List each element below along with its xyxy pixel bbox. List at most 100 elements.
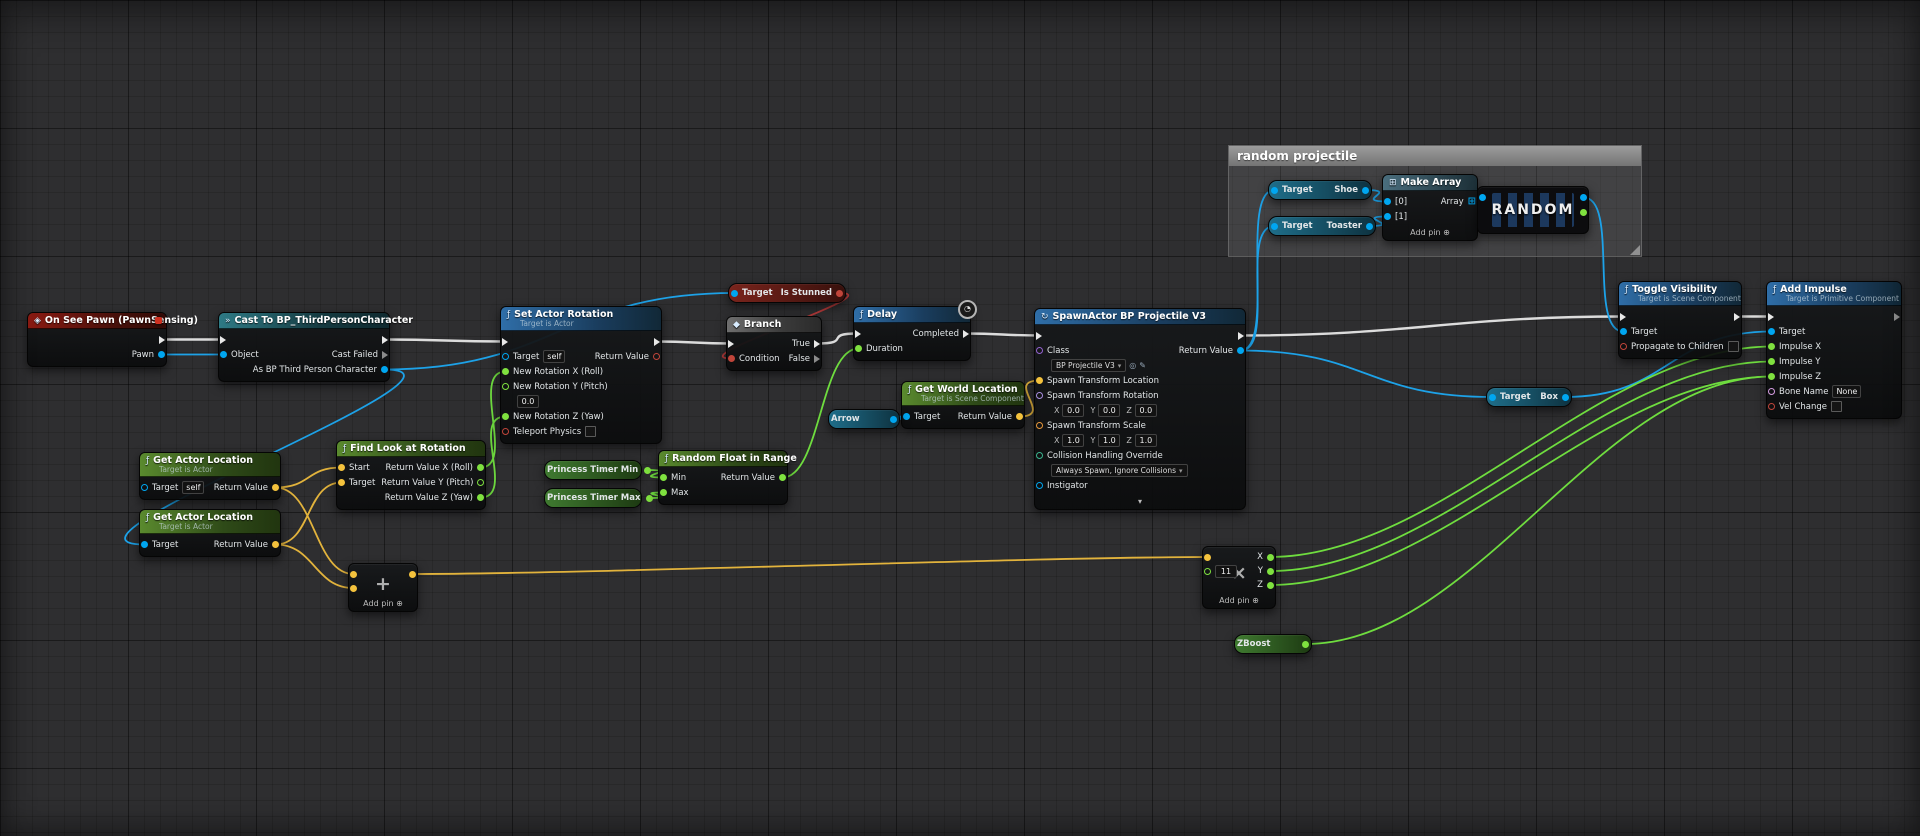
box-var-node[interactable]: Target Box [1486, 387, 1572, 407]
pin-bone-name-in[interactable] [1768, 388, 1775, 395]
toaster-var-node[interactable]: Target Toaster [1268, 216, 1376, 236]
pin-return-value-out[interactable] [653, 353, 660, 360]
pin-vec-in[interactable] [1204, 553, 1211, 561]
value-box[interactable]: 0.0 [1062, 404, 1085, 417]
pin-spawn-transform-rotation-in[interactable] [1036, 392, 1043, 399]
checkbox[interactable] [585, 426, 597, 437]
pin-propagate-to-children-in[interactable] [1620, 343, 1627, 350]
pin-true-out[interactable] [814, 339, 820, 348]
pin-object-in[interactable] [220, 351, 227, 358]
get-world-location-node[interactable]: ƒ Get World Location Target is Scene Compo… [901, 381, 1025, 429]
pin-float-out[interactable] [646, 494, 654, 502]
toggle-visibility-node[interactable]: ƒ Toggle Visibility Target is Scene Compon… [1618, 281, 1742, 359]
arrow-var-node[interactable]: Arrow [828, 409, 900, 429]
pin-exec-in[interactable] [502, 337, 508, 346]
spawn-actor-node[interactable]: ↻ SpawnActor BP Projectile V3 Class Return … [1034, 308, 1246, 510]
pin-return-value-out[interactable] [779, 474, 786, 481]
picker-icon[interactable]: ◎ [1129, 361, 1136, 370]
pin-exec-out[interactable] [1734, 312, 1740, 321]
pin-obj-out[interactable] [890, 415, 897, 423]
pin-toaster-out[interactable] [1366, 222, 1373, 230]
value-box[interactable]: 1.0 [1062, 434, 1085, 447]
pin-spawn-transform-location-in[interactable] [1036, 377, 1043, 384]
pin-return-value-z-yaw-out[interactable] [477, 494, 484, 501]
pin-exec-out[interactable] [1238, 331, 1244, 340]
on-see-pawn-node[interactable]: ◈ On See Pawn (PawnSensing) Pawn [27, 312, 198, 367]
pin-target-in[interactable] [1620, 328, 1627, 335]
pin-return-value-out[interactable] [272, 484, 279, 491]
pin-impulse-z-in[interactable] [1768, 373, 1775, 380]
pin-max-in[interactable] [660, 489, 667, 496]
pin-float-out[interactable] [644, 466, 652, 474]
pin-float-out[interactable] [1580, 209, 1587, 216]
pin-target-in[interactable] [502, 353, 509, 360]
pin-exec-in[interactable] [1036, 331, 1042, 340]
pin-new-rotation-x-roll-in[interactable] [502, 368, 509, 375]
pin-y-out[interactable] [1267, 567, 1274, 575]
pin-target-in[interactable] [731, 289, 738, 297]
pin-teleport-physics-in[interactable] [502, 428, 509, 435]
pin-start-in[interactable] [338, 464, 345, 471]
pin-target-in[interactable] [1271, 222, 1278, 230]
checkbox[interactable] [1727, 341, 1739, 352]
pin-return-value-out[interactable] [272, 541, 279, 548]
comment-title[interactable]: random projectile [1229, 146, 1641, 166]
value-box[interactable]: None [1832, 385, 1862, 398]
pin-vec-out[interactable] [409, 570, 416, 578]
pin-impulse-y-in[interactable] [1768, 358, 1775, 365]
multiply-node[interactable]: × X 11 Y Z Add pin ⊕ [1202, 546, 1276, 609]
cast-node[interactable]: » Cast To BP_ThirdPersonCharacter Object Ca… [218, 312, 413, 382]
add-pin-button[interactable]: Add pin ⊕ [1203, 596, 1275, 608]
make-array-node[interactable]: ⊞ Make Array [0] Array ⊞ [1] Add pin ⊕ [1382, 174, 1478, 241]
pin-target-in[interactable] [141, 484, 148, 491]
pin-return-value-out[interactable] [1016, 413, 1023, 420]
is-stunned-node[interactable]: Target Is Stunned [728, 283, 846, 303]
pin-exec-out[interactable] [159, 335, 165, 344]
get-actor-location-1[interactable]: ƒ Get Actor Location Target is Actor Target… [139, 452, 281, 500]
pin-target-in[interactable] [141, 541, 148, 548]
pin-z-out[interactable] [1267, 581, 1274, 589]
pin-0-in[interactable] [1384, 198, 1391, 205]
princess-timer-min-node[interactable]: Princess Timer Min [544, 460, 652, 480]
pin-float-in[interactable] [1204, 567, 1211, 575]
blueprint-canvas[interactable]: random projectile ◈ On See Pawn (PawnSens… [0, 0, 1920, 836]
pin-float-out[interactable] [1302, 640, 1309, 648]
pin-condition-in[interactable] [728, 355, 735, 362]
add-pin-button[interactable]: Add pin ⊕ [1383, 228, 1477, 240]
dropdown[interactable]: Always Spawn, Ignore Collisions ▾ [1051, 464, 1188, 477]
find-look-at-rotation-node[interactable]: ƒ Find Look at Rotation Start Return Value … [336, 440, 486, 510]
add-pin-button[interactable]: ▾ [1035, 497, 1245, 509]
pin-exec-out[interactable] [382, 335, 388, 344]
pin-pawn-out[interactable] [158, 351, 165, 358]
shoe-var-node[interactable]: Target Shoe [1268, 180, 1372, 200]
delay-node[interactable]: ƒ Delay Completed Duration ◔ [853, 300, 977, 361]
pin-class-in[interactable] [1036, 347, 1043, 354]
pin-spawn-transform-scale-in[interactable] [1036, 422, 1043, 429]
value-box[interactable]: 11 [1215, 564, 1237, 578]
value-box[interactable]: 0.0 [517, 395, 539, 408]
pin-1-in[interactable] [1384, 213, 1391, 220]
pin-exec-in[interactable] [1620, 312, 1626, 321]
pin-exec-in[interactable] [1768, 312, 1774, 321]
pin-return-value-out[interactable] [1237, 347, 1244, 354]
set-actor-rotation-node[interactable]: ƒ Set Actor Rotation Target is Actor Target… [500, 306, 662, 444]
pin-collision-handling-override-in[interactable] [1036, 452, 1043, 459]
pin-box-out[interactable] [1562, 393, 1569, 401]
pin-exec-in[interactable] [855, 329, 861, 338]
random-float-in-range-node[interactable]: ƒ Random Float in Range Min Return Value Max [658, 450, 797, 505]
dropdown[interactable]: BP Projectile V3 ▾ [1051, 359, 1127, 372]
value-box[interactable]: 1.0 [1098, 434, 1121, 447]
pin-impulse-x-in[interactable] [1768, 343, 1775, 350]
zboost-var-node[interactable]: ZBoost [1234, 634, 1312, 654]
pin-array-out[interactable]: ⊞ [1468, 197, 1476, 207]
pin-obj-in[interactable] [1479, 194, 1486, 201]
pin-return-value-y-pitch-out[interactable] [477, 479, 485, 486]
pin-vec-in[interactable] [350, 570, 357, 578]
pin-cast-failed-out[interactable] [382, 350, 388, 359]
add-vector-node[interactable]: + Add pin ⊕ [348, 563, 418, 612]
value-box[interactable]: 1.0 [1134, 434, 1157, 447]
pin-min-in[interactable] [660, 474, 667, 481]
pin-exec-out[interactable] [1894, 312, 1900, 321]
pin-new-rotation-y-pitch-in[interactable] [502, 383, 509, 390]
pin-return-value-x-roll-out[interactable] [477, 464, 484, 471]
